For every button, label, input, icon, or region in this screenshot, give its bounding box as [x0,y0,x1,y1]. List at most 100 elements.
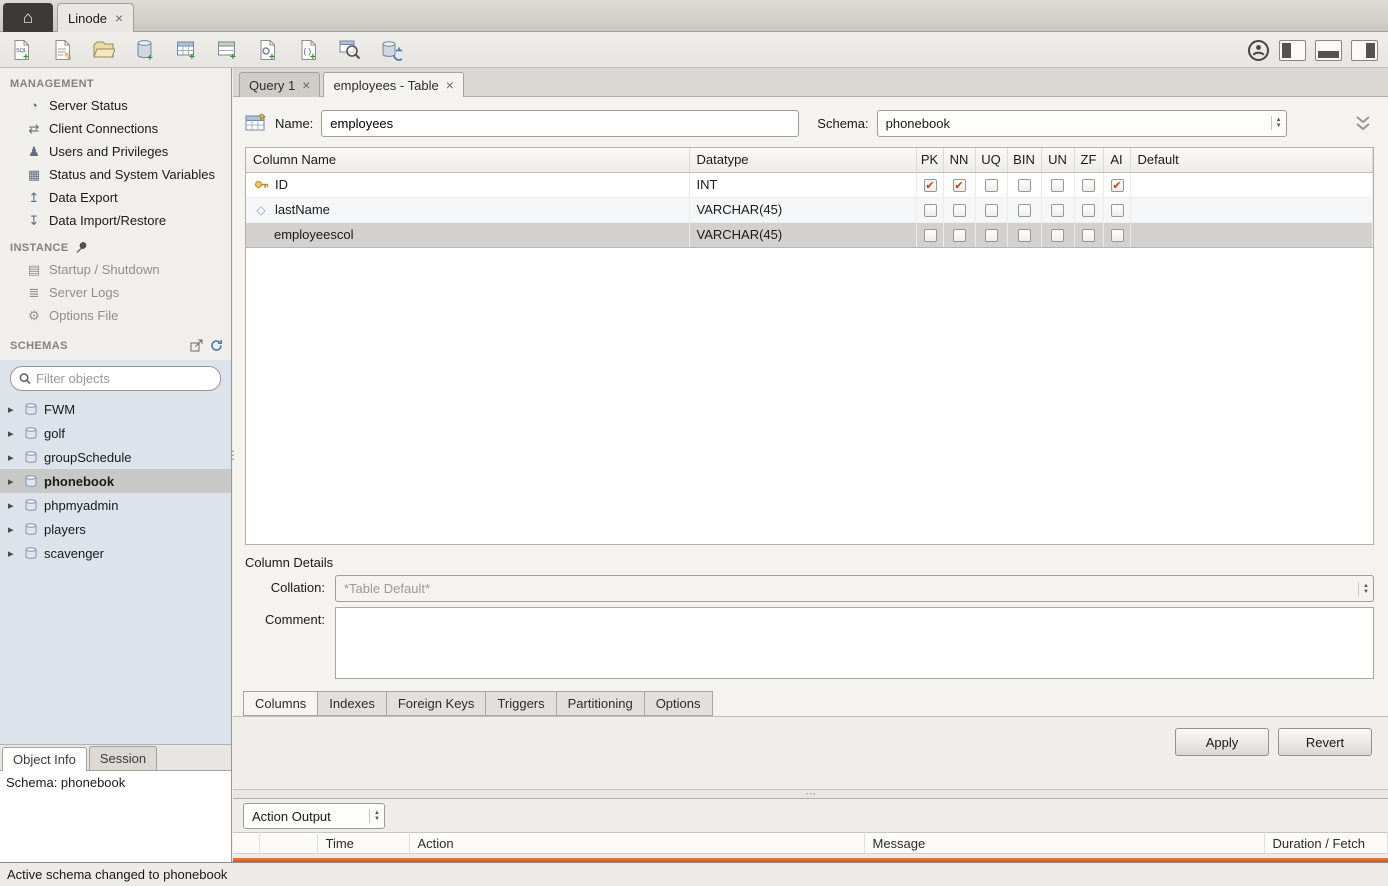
default-cell[interactable] [1130,197,1373,222]
schema-item-phpmyadmin[interactable]: ▸ phpmyadmin [0,493,231,517]
refresh-schemas-icon[interactable] [210,339,223,352]
schema-filter-box[interactable] [10,366,221,391]
nn-checkbox[interactable]: ✔ [953,179,966,192]
home-tab[interactable]: ⌂ [3,3,53,32]
revert-button[interactable]: Revert [1278,728,1372,756]
zf-checkbox[interactable] [1082,204,1095,217]
schema-item-players[interactable]: ▸ players [0,517,231,541]
schema-icon [24,546,38,560]
chevron-right-icon[interactable]: ▸ [8,475,18,488]
bin-checkbox[interactable] [1018,204,1031,217]
tab-options[interactable]: Options [645,691,713,716]
create-function-icon[interactable]: ( )+ [297,38,321,62]
tab-query-1[interactable]: Query 1 × [239,72,320,97]
schema-name-label: players [44,522,86,537]
table-row-id[interactable]: ID INT ✔ ✔ ✔ [246,172,1373,197]
sidebar-item-options-file[interactable]: ⚙ Options File [0,304,231,327]
datatype-cell[interactable]: VARCHAR(45) [689,222,916,247]
sidebar-item-server-logs[interactable]: ≣ Server Logs [0,281,231,304]
output-splitter[interactable]: ⋯ [233,789,1388,798]
sidebar-item-data-import[interactable]: ↧ Data Import/Restore [0,209,231,232]
connection-tab-linode[interactable]: Linode × [57,3,134,32]
tab-object-info[interactable]: Object Info [2,747,87,771]
tab-foreign-keys[interactable]: Foreign Keys [387,691,487,716]
uq-checkbox[interactable] [985,229,998,242]
bin-checkbox[interactable] [1018,229,1031,242]
create-procedure-icon[interactable]: + [256,38,280,62]
create-view-icon[interactable]: + [215,38,239,62]
datatype-cell[interactable]: VARCHAR(45) [689,197,916,222]
ai-checkbox[interactable] [1111,204,1124,217]
chevron-right-icon[interactable]: ▸ [8,403,18,416]
uq-checkbox[interactable] [985,179,998,192]
new-sql-tab-icon[interactable]: SQL+ [10,38,34,62]
nn-checkbox[interactable] [953,204,966,217]
sidebar-item-startup-shutdown[interactable]: ▤ Startup / Shutdown [0,258,231,281]
chevron-right-icon[interactable]: ▸ [8,499,18,512]
toggle-secondary-sidebar-button[interactable] [1351,40,1378,61]
bin-checkbox[interactable] [1018,179,1031,192]
schema-item-golf[interactable]: ▸ golf [0,421,231,445]
un-checkbox[interactable] [1051,229,1064,242]
sidebar-resize-handle[interactable]: ⋮ [227,448,239,462]
close-icon[interactable]: × [115,11,123,25]
sidebar-item-data-export[interactable]: ↥ Data Export [0,186,231,209]
default-cell[interactable] [1130,172,1373,197]
tab-employees-table[interactable]: employees - Table × [323,72,463,97]
collation-select[interactable]: *Table Default* ▲▼ [335,575,1374,602]
zf-checkbox[interactable] [1082,229,1095,242]
tab-partitioning[interactable]: Partitioning [557,691,645,716]
nn-checkbox[interactable] [953,229,966,242]
sidebar-item-users-privileges[interactable]: ♟ Users and Privileges [0,140,231,163]
toggle-output-area-button[interactable] [1315,40,1342,61]
schema-item-phonebook[interactable]: ▸ phonebook [0,469,231,493]
toggle-sidebar-button[interactable] [1279,40,1306,61]
ai-checkbox[interactable]: ✔ [1111,179,1124,192]
expand-panel-icon[interactable] [190,339,203,352]
collapse-header-icon[interactable] [1352,115,1374,132]
server-status-icon: ◔ [26,98,42,113]
zf-checkbox[interactable] [1082,179,1095,192]
chevron-right-icon[interactable]: ▸ [8,451,18,464]
output-view-select[interactable]: Action Output ▲▼ [243,803,385,829]
pk-checkbox[interactable] [924,204,937,217]
datatype-cell[interactable]: INT [689,172,916,197]
schema-item-fwm[interactable]: ▸ FWM [0,397,231,421]
tab-triggers[interactable]: Triggers [486,691,556,716]
un-checkbox[interactable] [1051,204,1064,217]
create-table-icon[interactable]: + [174,38,198,62]
apply-button[interactable]: Apply [1175,728,1269,756]
close-icon[interactable]: × [446,78,454,92]
pk-checkbox[interactable] [924,229,937,242]
schema-select[interactable]: phonebook ▲▼ [877,110,1287,137]
table-row-lastname[interactable]: ◇ lastName VARCHAR(45) [246,197,1373,222]
chevron-right-icon[interactable]: ▸ [8,523,18,536]
pk-checkbox[interactable]: ✔ [924,179,937,192]
tab-columns[interactable]: Columns [243,691,318,716]
open-sql-script-icon[interactable] [92,38,116,62]
un-checkbox[interactable] [1051,179,1064,192]
chevron-right-icon[interactable]: ▸ [8,547,18,560]
tab-indexes[interactable]: Indexes [318,691,387,716]
schema-item-groupschedule[interactable]: ▸ groupSchedule [0,445,231,469]
uq-checkbox[interactable] [985,204,998,217]
search-table-data-icon[interactable] [338,38,362,62]
schema-filter-input[interactable] [36,371,212,386]
sidebar-item-client-connections[interactable]: ⇄ Client Connections [0,117,231,140]
tab-label: Query 1 [249,78,295,93]
sidebar-item-server-status[interactable]: ◔ Server Status [0,94,231,117]
close-icon[interactable]: × [302,78,310,92]
default-cell[interactable] [1130,222,1373,247]
create-schema-icon[interactable]: + [133,38,157,62]
sidebar-item-label: Data Import/Restore [49,213,166,228]
table-name-input[interactable] [321,110,799,137]
schema-item-scavenger[interactable]: ▸ scavenger [0,541,231,565]
tab-session[interactable]: Session [89,746,157,770]
reconnect-dbms-icon[interactable] [379,38,403,62]
sidebar-item-system-variables[interactable]: ▦ Status and System Variables [0,163,231,186]
new-sql-script-icon[interactable]: ✎ [51,38,75,62]
comment-textarea[interactable] [335,607,1374,679]
table-row-employeescol[interactable]: employeescol VARCHAR(45) [246,222,1373,247]
ai-checkbox[interactable] [1111,229,1124,242]
chevron-right-icon[interactable]: ▸ [8,427,18,440]
